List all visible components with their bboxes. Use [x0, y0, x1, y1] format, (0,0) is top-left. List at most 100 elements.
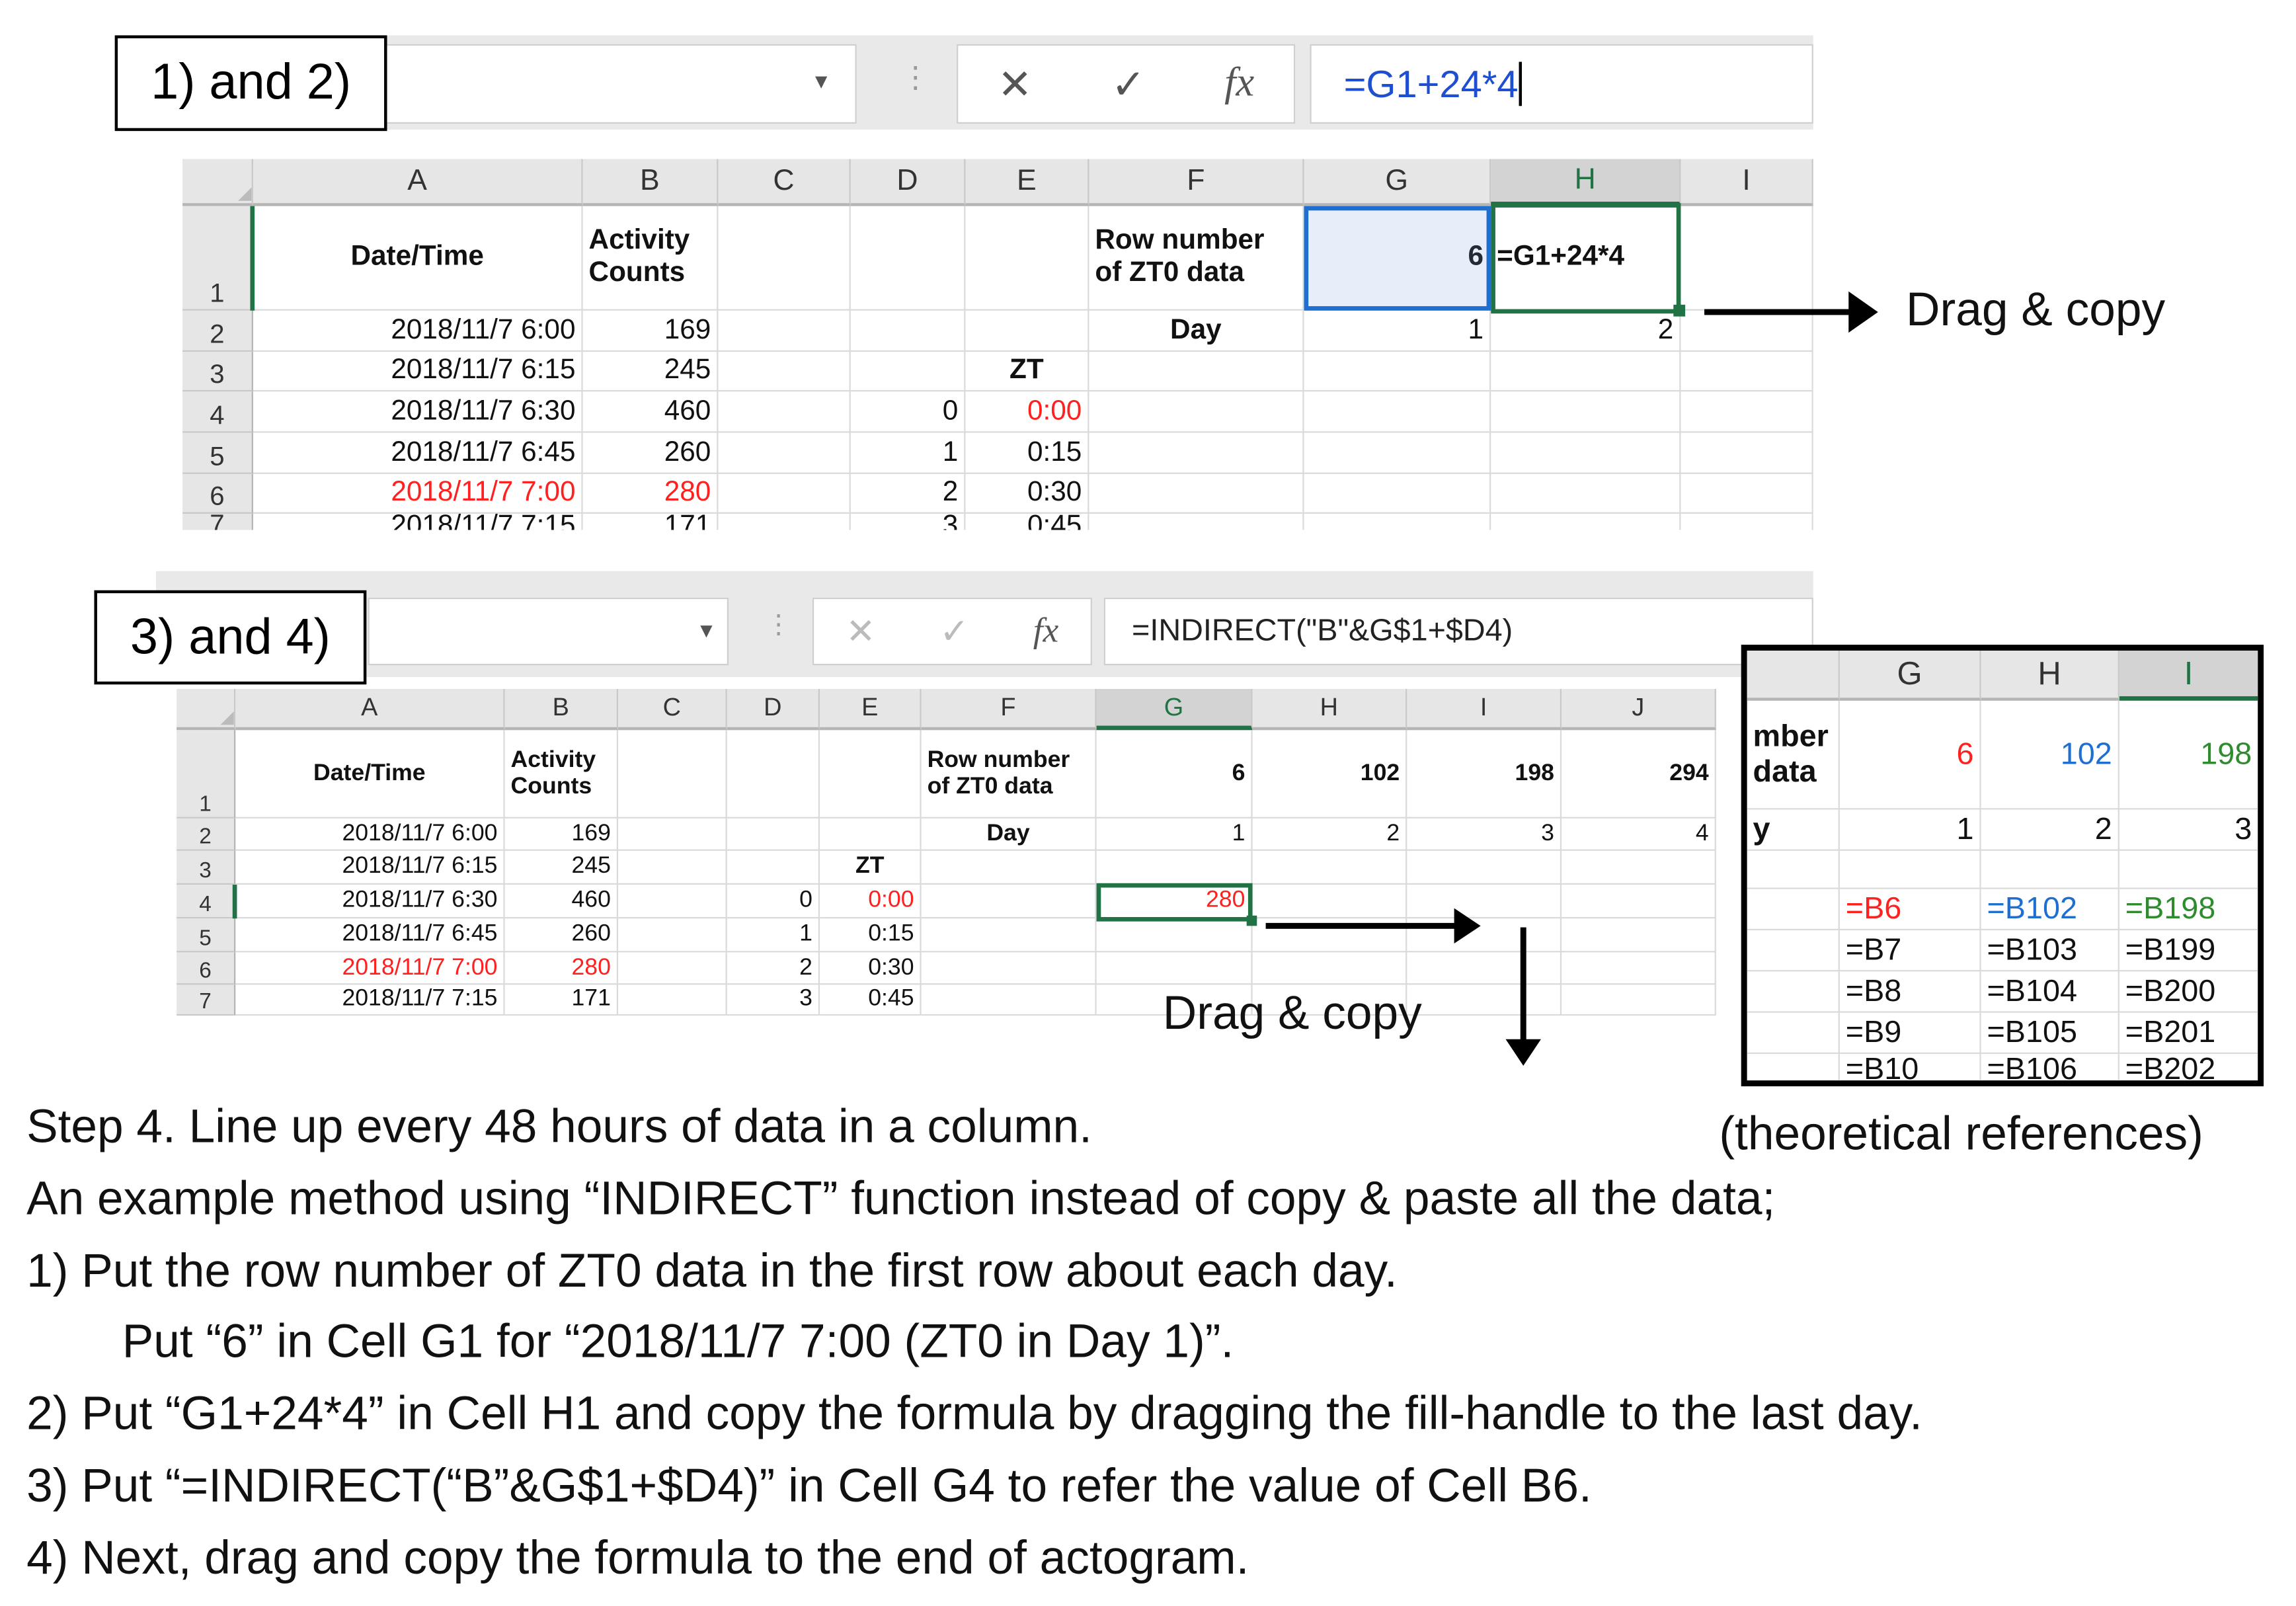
- cell-F6[interactable]: [1089, 473, 1304, 514]
- row-header-1[interactable]: 1: [182, 206, 253, 311]
- cell-A5[interactable]: 2018/11/7 6:45: [235, 918, 505, 953]
- row-header-7[interactable]: 7: [177, 984, 236, 1016]
- active-cell-H1[interactable]: [1491, 203, 1681, 314]
- cell-H6[interactable]: [1491, 473, 1681, 514]
- cell-G2[interactable]: 1: [1839, 809, 1981, 851]
- cancel-icon[interactable]: ✕: [846, 610, 876, 653]
- column-header-A[interactable]: A: [253, 159, 583, 206]
- cell-D6[interactable]: 2: [727, 952, 820, 985]
- cell-E1[interactable]: [820, 730, 922, 819]
- cell-I1[interactable]: [1681, 206, 1813, 311]
- cell-G1[interactable]: 6: [1096, 730, 1253, 819]
- cell-H3[interactable]: [1491, 352, 1681, 392]
- cell-D5[interactable]: 1: [727, 918, 820, 953]
- cell-E4[interactable]: 0:00: [965, 391, 1089, 433]
- cell-G6[interactable]: [1096, 952, 1253, 985]
- cell-A1[interactable]: Date/Time: [235, 730, 505, 819]
- row-header-1[interactable]: 1: [177, 730, 236, 819]
- cell-C5[interactable]: [618, 918, 727, 953]
- cell-B5[interactable]: 260: [582, 432, 719, 474]
- cell-A7[interactable]: 2018/11/7 7:15: [253, 513, 583, 530]
- cell-I6[interactable]: [1407, 952, 1562, 985]
- cell-B4[interactable]: 460: [504, 885, 619, 919]
- enter-icon[interactable]: ✓: [939, 610, 969, 653]
- fx-icon[interactable]: fx: [1033, 612, 1059, 651]
- cell-I5[interactable]: =B199: [2119, 930, 2258, 972]
- cell-E2[interactable]: [820, 818, 922, 851]
- cell-C6[interactable]: [618, 952, 727, 985]
- cell-A7[interactable]: 2018/11/7 7:15: [235, 984, 505, 1016]
- cell-C5[interactable]: [718, 432, 851, 474]
- cell-H2[interactable]: 2: [1981, 809, 2119, 851]
- column-header-A[interactable]: A: [235, 688, 505, 731]
- fx-icon[interactable]: fx: [1224, 60, 1254, 107]
- row-header-5[interactable]: 5: [182, 432, 253, 474]
- column-header-C[interactable]: C: [618, 688, 727, 731]
- cell-I3[interactable]: [1407, 850, 1562, 885]
- cell-A3[interactable]: 2018/11/7 6:15: [253, 352, 583, 392]
- cell-G3[interactable]: [1839, 850, 1981, 889]
- cell-G7[interactable]: [1304, 513, 1491, 530]
- column-header-D[interactable]: D: [727, 688, 820, 731]
- cell-D1[interactable]: [727, 730, 820, 819]
- cell-I1[interactable]: 198: [2119, 701, 2258, 810]
- row-header-7[interactable]: 7: [182, 509, 253, 530]
- column-header-F[interactable]: F: [1089, 159, 1304, 206]
- cell-G6[interactable]: =B8: [1839, 971, 1981, 1013]
- cell-G5[interactable]: =B7: [1839, 930, 1981, 972]
- cell-F4[interactable]: [921, 885, 1097, 919]
- cell-D4[interactable]: 0: [850, 391, 966, 433]
- cell-partial6[interactable]: [1747, 971, 1840, 1013]
- name-box-2[interactable]: ▼: [368, 597, 729, 666]
- cell-F7[interactable]: [921, 984, 1097, 1016]
- row-header-5[interactable]: 5: [177, 918, 236, 953]
- selected-cell-G1[interactable]: [1304, 206, 1491, 311]
- cell-A5[interactable]: 2018/11/7 6:45: [253, 432, 583, 474]
- cell-F1[interactable]: Row number of ZT0 data: [1089, 206, 1304, 311]
- cell-E2[interactable]: [965, 310, 1089, 352]
- cell-H7[interactable]: =B105: [1981, 1012, 2119, 1055]
- cell-partial1[interactable]: mber data: [1747, 700, 1840, 810]
- active-cell-G4[interactable]: [1096, 883, 1253, 922]
- cell-F5[interactable]: [1089, 432, 1304, 474]
- cell-partial8[interactable]: [1747, 1054, 1840, 1081]
- cell-I4[interactable]: =B198: [2119, 889, 2258, 931]
- row-header-6[interactable]: 6: [182, 473, 253, 514]
- column-header-partial[interactable]: [1747, 651, 1840, 701]
- cell-E5[interactable]: 0:15: [965, 432, 1089, 474]
- cell-D1[interactable]: [850, 206, 966, 311]
- cell-C2[interactable]: [618, 818, 727, 851]
- cell-F3[interactable]: [921, 850, 1097, 885]
- column-header-G[interactable]: G: [1096, 688, 1253, 731]
- cell-I5[interactable]: [1681, 432, 1813, 474]
- cell-B7[interactable]: 171: [504, 984, 619, 1016]
- cell-A2[interactable]: 2018/11/7 6:00: [235, 818, 505, 851]
- cell-B5[interactable]: 260: [504, 918, 619, 953]
- cell-J7[interactable]: [1562, 984, 1716, 1016]
- cell-C6[interactable]: [718, 473, 851, 514]
- cell-B1[interactable]: Activity Counts: [504, 730, 619, 819]
- row-header-2[interactable]: 2: [182, 310, 253, 352]
- cell-G3[interactable]: [1096, 850, 1253, 885]
- cell-A1[interactable]: Date/Time: [253, 206, 583, 311]
- cell-H4[interactable]: =B102: [1981, 889, 2119, 931]
- cell-J4[interactable]: [1562, 885, 1716, 919]
- column-header-G[interactable]: G: [1304, 159, 1491, 206]
- cell-D7[interactable]: 3: [727, 984, 820, 1016]
- fill-handle[interactable]: [1246, 915, 1257, 926]
- cell-B2[interactable]: 169: [504, 818, 619, 851]
- cell-G3[interactable]: [1304, 352, 1491, 392]
- cell-E3[interactable]: ZT: [820, 850, 922, 885]
- cell-D7[interactable]: 3: [851, 513, 966, 530]
- cell-J5[interactable]: [1562, 918, 1716, 953]
- cell-E4[interactable]: 0:00: [820, 885, 922, 919]
- column-header-H[interactable]: H: [1491, 159, 1681, 206]
- cell-J1[interactable]: 294: [1562, 730, 1716, 819]
- drag-dots-icon[interactable]: ⋮: [900, 59, 930, 96]
- cell-B7[interactable]: 171: [583, 513, 719, 530]
- cell-B1[interactable]: Activity Counts: [582, 206, 719, 311]
- cell-F4[interactable]: [1089, 391, 1304, 433]
- cell-partial3[interactable]: [1747, 850, 1840, 889]
- cell-I4[interactable]: [1681, 391, 1813, 433]
- cell-H1[interactable]: 102: [1252, 730, 1407, 819]
